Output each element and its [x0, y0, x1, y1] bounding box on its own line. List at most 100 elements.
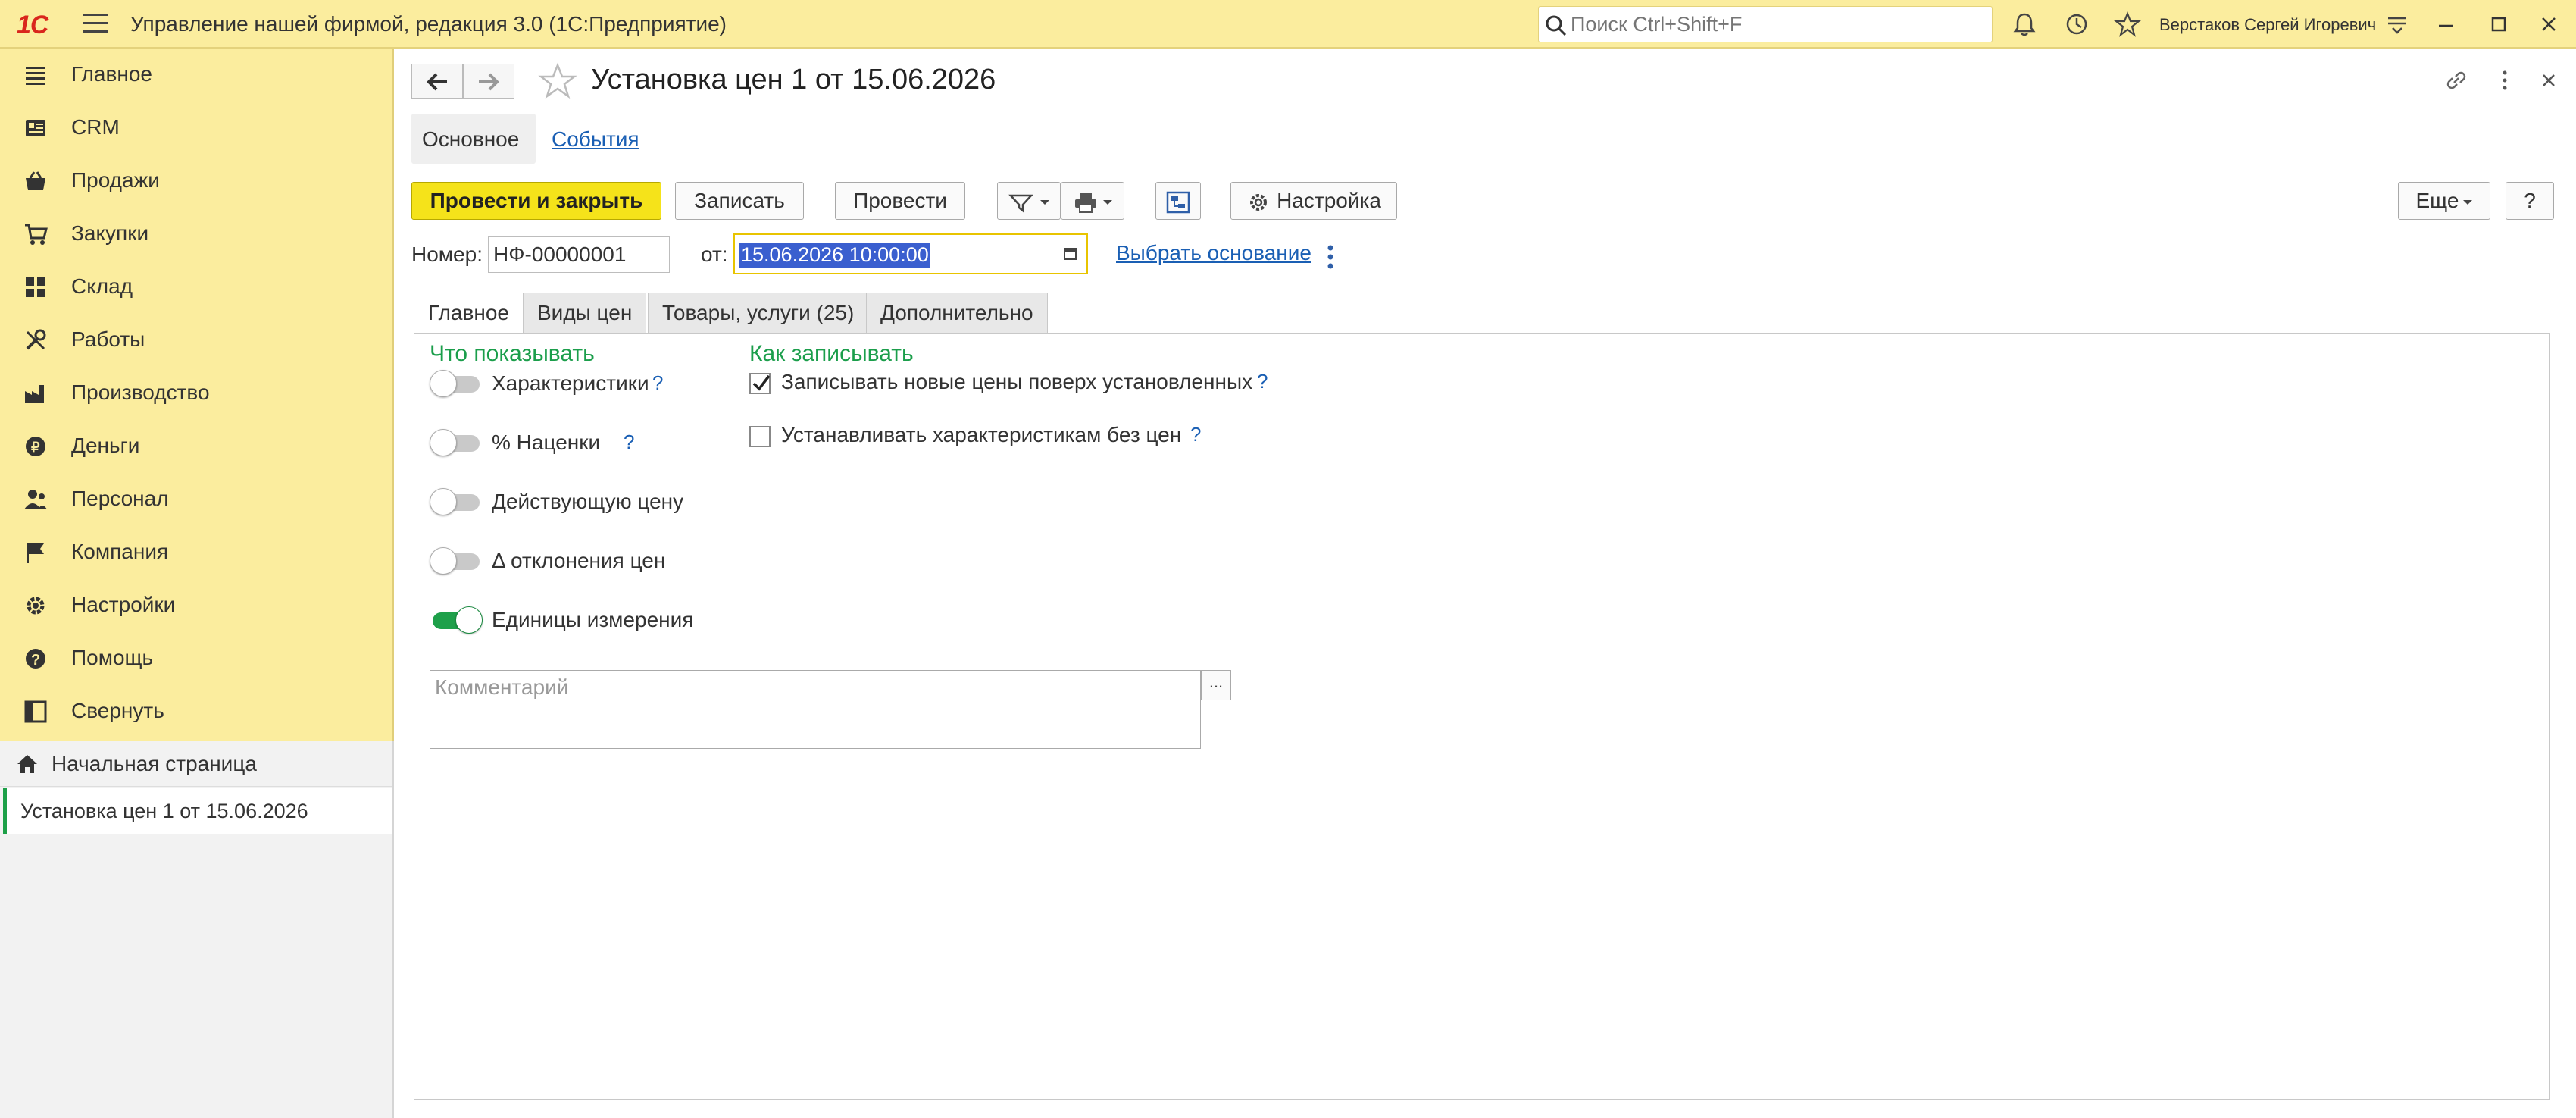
search-input[interactable]	[1571, 11, 1980, 37]
svg-text:₽: ₽	[31, 440, 40, 455]
sidebar-item-label: Продажи	[71, 168, 160, 192]
tab-additional[interactable]: Дополнительно	[866, 293, 1048, 334]
characteristics-label: Характеристики	[492, 371, 649, 395]
post-and-close-button[interactable]: Провести и закрыть	[411, 182, 661, 220]
sidebar-item-label: Главное	[71, 62, 152, 86]
home-page-label: Начальная страница	[52, 752, 257, 775]
history-icon[interactable]	[2063, 11, 2090, 38]
minimize-icon[interactable]	[2432, 11, 2459, 38]
crm-icon	[26, 120, 45, 136]
save-button[interactable]: Записать	[675, 182, 804, 220]
date-field[interactable]: 15.06.2026 10:00:00	[733, 233, 1088, 274]
sidebar-item-money[interactable]: ₽ Деньги	[0, 420, 392, 473]
comment-field[interactable]	[430, 670, 1201, 749]
sidebar-item-staff[interactable]: Персонал	[0, 473, 392, 526]
basket-icon	[26, 171, 45, 190]
sidebar-item-crm[interactable]: CRM	[0, 102, 392, 155]
tab-general-pane: Что показывать Характеристики ? % Наценк…	[414, 333, 2550, 1100]
list-icon	[26, 67, 45, 85]
tab-price-types[interactable]: Виды цен	[523, 293, 647, 334]
overwrite-prices-checkbox[interactable]	[749, 373, 771, 394]
comment-input[interactable]	[435, 675, 1193, 744]
sidebar-item-label: CRM	[71, 115, 120, 139]
characteristics-toggle[interactable]	[430, 370, 483, 397]
sidebar-item-collapse[interactable]: Свернуть	[0, 685, 392, 738]
price-deviation-toggle[interactable]	[430, 547, 483, 575]
purchase-icon	[25, 224, 48, 245]
tab-general[interactable]: Главное	[414, 293, 524, 334]
sidebar-item-purchases[interactable]: Закупки	[0, 208, 392, 261]
factory-icon	[25, 385, 44, 403]
current-price-label: Действующую цену	[492, 490, 684, 513]
date-value: 15.06.2026 10:00:00	[739, 243, 930, 268]
bell-icon[interactable]	[2011, 11, 2038, 38]
post-button[interactable]: Провести	[835, 182, 965, 220]
structure-button[interactable]	[1155, 182, 1201, 220]
overwrite-prices-label: Записывать новые цены поверх установленн…	[781, 370, 1253, 393]
set-characteristics-help[interactable]: ?	[1190, 423, 1201, 446]
current-price-toggle[interactable]	[430, 488, 483, 515]
settings-button[interactable]: Настройка	[1230, 182, 1397, 220]
user-name[interactable]: Верстаков Сергей Игоревич	[2159, 15, 2376, 35]
sidebar-item-settings[interactable]: Настройки	[0, 579, 392, 632]
choose-basis-link[interactable]: Выбрать основание	[1116, 241, 1311, 265]
svg-text:?: ?	[31, 652, 40, 669]
maximize-icon[interactable]	[2485, 11, 2512, 38]
price-deviation-label: Δ отклонения цен	[492, 549, 666, 572]
search-icon	[1546, 15, 1567, 36]
date-label: от:	[701, 243, 728, 266]
more-button[interactable]: Еще	[2398, 182, 2490, 220]
sidebar-item-label: Помощь	[71, 646, 154, 669]
sidebar-item-production[interactable]: Производство	[0, 367, 392, 420]
global-search[interactable]	[1538, 6, 1993, 42]
tab-events-link[interactable]: События	[552, 127, 639, 152]
sidebar-item-label: Производство	[71, 380, 210, 404]
tab-goods-services[interactable]: Товары, услуги (25)	[648, 293, 869, 334]
help-icon: ?	[26, 649, 45, 669]
favorites-star-icon[interactable]	[2114, 11, 2141, 38]
calendar-button[interactable]	[1052, 235, 1086, 273]
close-window-icon[interactable]	[2535, 11, 2562, 38]
sidebar-item-help[interactable]: ? Помощь	[0, 632, 392, 685]
collapse-icon	[24, 700, 47, 723]
sidebar-item-warehouse[interactable]: Склад	[0, 261, 392, 314]
markup-toggle[interactable]	[430, 429, 483, 456]
arrow-left-icon	[427, 73, 447, 91]
settings-menu-icon[interactable]	[2384, 11, 2411, 38]
money-icon: ₽	[26, 437, 45, 456]
more-actions-icon[interactable]	[2490, 65, 2520, 96]
home-page-item[interactable]: Начальная страница	[0, 741, 392, 787]
calendar-icon	[1064, 248, 1077, 260]
tab-main-form[interactable]: Основное	[411, 114, 536, 164]
sidebar-item-sales[interactable]: Продажи	[0, 155, 392, 208]
markup-help[interactable]: ?	[624, 431, 634, 454]
sections-panel: Главное CRM Продажи Закупки Склад Работы…	[0, 49, 394, 741]
characteristics-help[interactable]: ?	[652, 371, 663, 395]
open-windows-panel: Начальная страница Установка цен 1 от 15…	[0, 741, 394, 1118]
back-button[interactable]	[411, 64, 463, 99]
form-title: Установка цен 1 от 15.06.2026	[591, 64, 996, 96]
sidebar-item-company[interactable]: Компания	[0, 526, 392, 579]
write-group-title: Как записывать	[749, 341, 914, 366]
help-button[interactable]: ?	[2506, 182, 2554, 220]
link-icon[interactable]	[2441, 65, 2471, 96]
gear-icon	[27, 597, 45, 615]
main-menu-icon[interactable]	[83, 14, 108, 33]
sidebar-item-label: Настройки	[71, 593, 176, 616]
overwrite-prices-help[interactable]: ?	[1257, 370, 1268, 393]
sidebar-item-main[interactable]: Главное	[0, 49, 392, 102]
open-window-item[interactable]: Установка цен 1 от 15.06.2026	[3, 788, 392, 834]
print-button[interactable]	[1061, 182, 1124, 220]
favorite-star-icon[interactable]	[538, 62, 577, 102]
create-based-on-button[interactable]	[997, 182, 1061, 220]
comment-expand-button[interactable]: ...	[1201, 670, 1231, 700]
forward-button[interactable]	[463, 64, 514, 99]
close-form-icon[interactable]	[2534, 65, 2564, 96]
sidebar-item-works[interactable]: Работы	[0, 314, 392, 367]
basis-menu-icon[interactable]	[1326, 244, 1335, 271]
number-field[interactable]	[488, 236, 670, 273]
markup-label: % Наценки	[492, 431, 601, 454]
units-toggle[interactable]	[430, 606, 483, 634]
set-characteristics-label: Устанавливать характеристикам без цен	[781, 423, 1182, 446]
set-characteristics-checkbox[interactable]	[749, 426, 771, 447]
